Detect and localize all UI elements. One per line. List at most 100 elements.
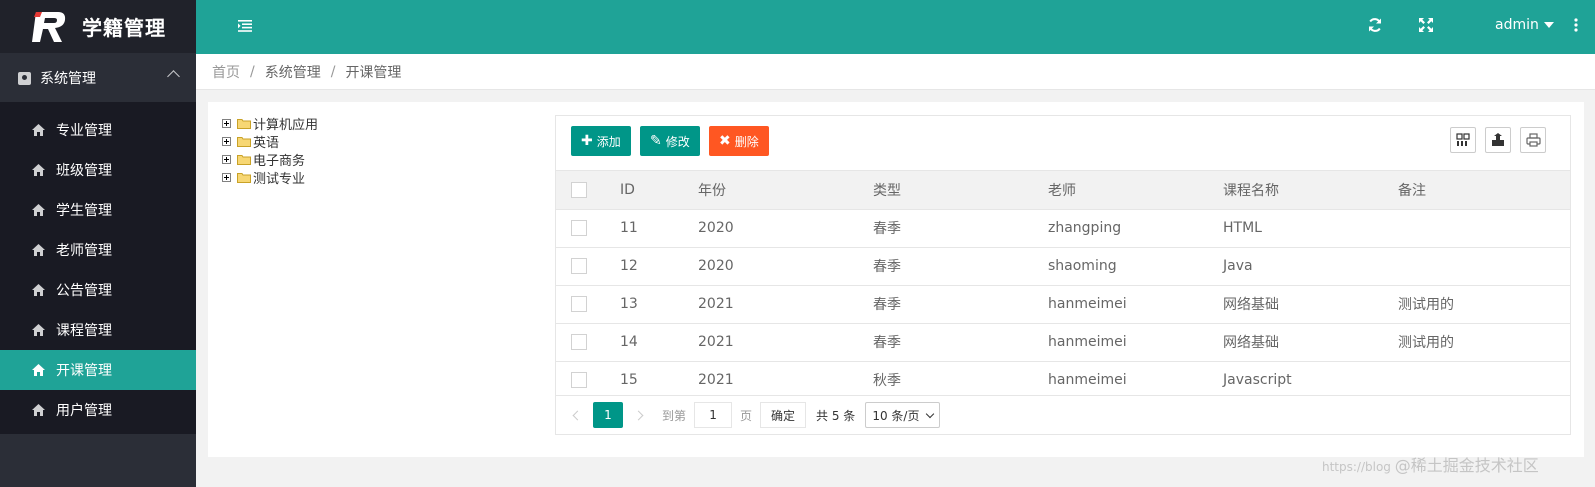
delete-button[interactable]: ✖ 删除 [709, 126, 769, 156]
sidebar-item-major[interactable]: 专业管理 [0, 110, 196, 150]
cell-type: 秋季 [873, 373, 901, 390]
row-checkbox[interactable] [571, 334, 587, 350]
cell-course: Java [1223, 258, 1253, 274]
column-header-teacher[interactable]: 老师 [1048, 171, 1223, 209]
tree-node[interactable]: 英语 [222, 132, 318, 151]
sidebar-item-notice[interactable]: 公告管理 [0, 270, 196, 310]
edit-button-label: 修改 [665, 134, 690, 149]
row-checkbox[interactable] [571, 372, 587, 389]
breadcrumb-home[interactable]: 首页 [212, 62, 240, 82]
tree-node-label[interactable]: 英语 [253, 132, 279, 151]
cell-id: 15 [620, 372, 638, 389]
cell-type: 春季 [873, 259, 901, 275]
prev-page-icon[interactable] [572, 410, 583, 420]
sidebar-group-system[interactable]: 系统管理 [0, 54, 196, 102]
row-checkbox[interactable] [571, 258, 587, 274]
breadcrumb-current: 开课管理 [345, 64, 402, 81]
major-tree: 计算机应用 英语 电子商务 测试专业 [222, 114, 318, 187]
goto-page-input[interactable]: 1 [694, 402, 733, 428]
table-row[interactable]: 14 2021 春季 hanmeimei 网络基础 测试用的 [556, 323, 1570, 361]
sidebar-item-student[interactable]: 学生管理 [0, 190, 196, 230]
app-title: 学籍管理 [82, 16, 166, 40]
column-header-id[interactable]: ID [620, 171, 698, 209]
sidebar-item-open-course[interactable]: 开课管理 [0, 350, 196, 390]
refresh-icon[interactable] [1367, 17, 1383, 33]
expand-icon[interactable] [222, 136, 231, 146]
cell-id: 11 [620, 220, 638, 236]
expand-icon[interactable] [222, 118, 231, 128]
edit-button[interactable]: ✎ 修改 [640, 126, 700, 156]
contact-card-icon [18, 71, 31, 85]
tree-node-label[interactable]: 电子商务 [253, 150, 305, 169]
folder-icon [237, 154, 251, 165]
add-button[interactable]: ✚ 添加 [571, 126, 631, 156]
tree-node[interactable]: 电子商务 [222, 150, 318, 169]
sidebar-item-class[interactable]: 班级管理 [0, 150, 196, 190]
cell-note: 测试用的 [1398, 335, 1454, 351]
cell-year: 2020 [698, 220, 734, 236]
cell-type: 春季 [873, 297, 901, 313]
table-row[interactable]: 13 2021 春季 hanmeimei 网络基础 测试用的 [556, 285, 1570, 323]
tree-node-label[interactable]: 测试专业 [253, 168, 305, 187]
expand-icon[interactable] [222, 172, 231, 182]
cell-id: 14 [620, 334, 638, 350]
column-header-year[interactable]: 年份 [698, 171, 873, 209]
column-header-type[interactable]: 类型 [873, 171, 1048, 209]
tree-node-label[interactable]: 计算机应用 [253, 114, 318, 133]
columns-icon[interactable] [1450, 127, 1476, 153]
table-row[interactable]: 12 2020 春季 shaoming Java [556, 247, 1570, 285]
course-table: ID 年份 类型 老师 课程名称 备注 11 2020 春季 zhangping… [556, 171, 1570, 399]
goto-confirm-button[interactable]: 确定 [760, 402, 807, 428]
tree-node[interactable]: 计算机应用 [222, 114, 318, 133]
tree-node[interactable]: 测试专业 [222, 168, 318, 187]
sidebar-item-label: 班级管理 [56, 163, 112, 179]
print-icon[interactable] [1520, 127, 1546, 153]
column-header-course[interactable]: 课程名称 [1223, 171, 1398, 209]
select-all-checkbox[interactable] [571, 181, 587, 198]
expand-icon[interactable] [222, 154, 231, 164]
delete-button-label: 删除 [734, 134, 759, 149]
pencil-icon: ✎ [650, 133, 662, 149]
cell-teacher: shaoming [1048, 258, 1117, 274]
caret-down-icon [1543, 22, 1554, 28]
cell-course: 网络基础 [1223, 297, 1279, 313]
table-row[interactable]: 15 2021 秋季 hanmeimei Javascript [556, 361, 1570, 399]
cell-note [1398, 209, 1570, 247]
home-icon [32, 404, 45, 416]
home-icon [32, 164, 45, 176]
sidebar: 学籍管理 系统管理 专业管理 班级管理 学生管理 老师管理 公告管理 课程管理 [0, 0, 196, 487]
home-icon [32, 204, 45, 216]
more-vertical-icon[interactable] [1574, 18, 1578, 32]
grid-toolbar: ✚ 添加 ✎ 修改 ✖ 删除 [556, 116, 1570, 171]
sidebar-item-user[interactable]: 用户管理 [0, 390, 196, 430]
cell-year: 2021 [698, 372, 734, 389]
app-logo[interactable]: 学籍管理 [0, 0, 196, 54]
cell-id: 13 [620, 296, 638, 312]
fullscreen-icon[interactable] [1418, 17, 1434, 33]
user-menu[interactable]: admin [1495, 17, 1554, 33]
cell-year: 2021 [698, 296, 734, 312]
folder-icon [237, 172, 251, 183]
cell-course: 网络基础 [1223, 335, 1279, 351]
sidebar-item-course[interactable]: 课程管理 [0, 310, 196, 350]
breadcrumb-system[interactable]: 系统管理 [265, 62, 321, 82]
page-size-select[interactable]: 10 条/页 [865, 402, 941, 428]
cell-type: 春季 [873, 335, 901, 351]
export-icon[interactable] [1485, 127, 1511, 153]
row-checkbox[interactable] [571, 296, 587, 312]
page-size-value: 10 条/页 [872, 408, 920, 423]
cell-year: 2021 [698, 334, 734, 350]
goto-suffix: 页 [740, 408, 753, 423]
menu-toggle-icon[interactable] [238, 20, 252, 32]
sidebar-item-teacher[interactable]: 老师管理 [0, 230, 196, 270]
watermark-site: @稀土掘金技术社区 [1394, 456, 1539, 475]
column-header-note[interactable]: 备注 [1398, 171, 1570, 209]
home-icon [32, 124, 45, 136]
page-current[interactable]: 1 [593, 402, 623, 428]
sidebar-group-label: 系统管理 [40, 71, 96, 87]
table-row[interactable]: 11 2020 春季 zhangping HTML [556, 209, 1570, 247]
cell-teacher: hanmeimei [1048, 372, 1127, 389]
row-checkbox[interactable] [571, 220, 587, 236]
next-page-icon[interactable] [633, 410, 644, 420]
table-header-row: ID 年份 类型 老师 课程名称 备注 [556, 171, 1570, 209]
